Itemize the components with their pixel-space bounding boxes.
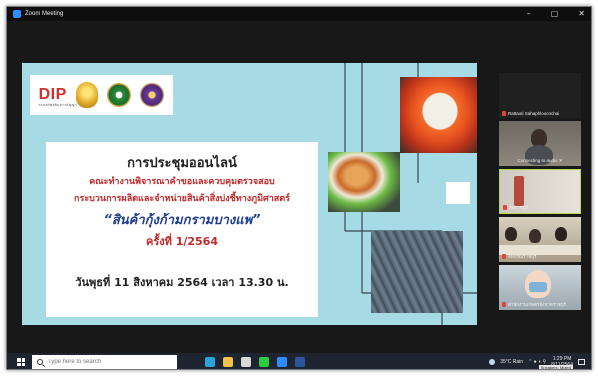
grilled-prawn-sauce-photo bbox=[328, 152, 400, 212]
participant-tile[interactable]: Connecting to audio ✕ bbox=[499, 121, 581, 166]
participant-video-figure bbox=[505, 227, 517, 241]
participant-video-figure bbox=[555, 227, 567, 241]
file-explorer-icon[interactable] bbox=[223, 357, 233, 367]
muted-mic-icon bbox=[502, 111, 506, 116]
muted-mic-icon bbox=[503, 205, 507, 210]
window-title: Zoom Meeting bbox=[25, 11, 64, 17]
pinned-apps bbox=[205, 357, 305, 367]
green-seal-logo bbox=[107, 83, 132, 107]
participant-name-label: Rattaoti Sahaphloocnchai bbox=[508, 111, 560, 116]
maximize-button[interactable]: ▢ bbox=[551, 7, 559, 21]
taskbar-search[interactable] bbox=[32, 355, 177, 369]
meeting-date-time: วันพุธที่ 11 สิงหาคม 2564 เวลา 13.30 น. bbox=[75, 276, 289, 289]
weather-icon bbox=[489, 359, 496, 365]
session-number: ครั้งที่ 1/2564 bbox=[145, 235, 218, 248]
dip-logo: DIP กรมทรัพย์สินทางปัญญา bbox=[38, 86, 77, 107]
edge-icon[interactable] bbox=[205, 357, 215, 367]
window-controls: – ▢ ✕ bbox=[527, 7, 585, 21]
participant-tile[interactable]: Rattaoti Sahaphloocnchai bbox=[499, 73, 581, 118]
product-name: “สินค้ากุ้งก้ามกรามบางแพ” bbox=[103, 213, 261, 228]
muted-mic-icon bbox=[502, 254, 506, 259]
participant-video-door bbox=[514, 176, 524, 206]
zoom-app-icon bbox=[13, 10, 21, 18]
word-icon[interactable] bbox=[295, 357, 305, 367]
line-app-icon[interactable] bbox=[259, 357, 269, 367]
weather-readout[interactable]: 35°C Rain bbox=[500, 359, 523, 365]
meeting-main-area: DIP กรมทรัพย์สินทางปัญญา การประชุมออนไลน… bbox=[7, 21, 591, 353]
grilled-shrimp-plate-photo bbox=[400, 77, 477, 153]
participant-tile[interactable]: สำนักงานเกษตรจังหวัดราชบุรี bbox=[499, 265, 581, 310]
minimize-button[interactable]: – bbox=[527, 7, 531, 21]
participant-video-figure bbox=[529, 229, 541, 243]
agency-logos: DIP กรมทรัพย์สินทางปัญญา bbox=[30, 75, 173, 115]
dip-logo-subtext: กรมทรัพย์สินทางปัญญา bbox=[38, 103, 78, 107]
store-icon[interactable] bbox=[241, 357, 251, 367]
slide-text-panel: การประชุมออนไลน์ คณะทำงานพิจารณาคำขอและค… bbox=[46, 142, 318, 317]
windows-taskbar: 35°C Rain ⌃ ● ◖ ⚲ 1:29 PM 8/11/2564 Spea… bbox=[7, 353, 591, 370]
participant-name-label: สำนักงานเกษตรจังหวัดราชบุรี bbox=[508, 302, 566, 307]
participant-status-label: Connecting to audio ✕ bbox=[517, 158, 563, 163]
search-input[interactable] bbox=[48, 359, 168, 365]
dip-logo-text: DIP bbox=[38, 86, 67, 103]
live-prawns-photo bbox=[371, 231, 463, 313]
speaker-status-tooltip: Speakers: Muted bbox=[538, 365, 573, 370]
participant-name: Rattaoti Sahaphloocnchai bbox=[502, 111, 559, 116]
participant-tile[interactable]: สหกรณ์ราชบุรี bbox=[499, 217, 581, 262]
participant-video-mask bbox=[529, 282, 547, 292]
committee-line: คณะทำงานพิจารณาคำขอและควบคุมตรวจสอบ bbox=[89, 177, 275, 187]
participant-tile-active-speaker[interactable]: สดราชบุรี bbox=[499, 169, 581, 214]
purple-seal-logo bbox=[140, 83, 165, 107]
search-icon bbox=[37, 359, 43, 365]
zoom-icon[interactable] bbox=[277, 357, 287, 367]
process-line: กระบวนการผลิตและจำหน่ายสินค้าสิ่งบ่งชี้ท… bbox=[74, 194, 290, 204]
participant-name-label: สดราชบุรี bbox=[509, 205, 528, 210]
gold-emblem-logo bbox=[75, 82, 98, 108]
window-titlebar: Zoom Meeting – ▢ ✕ bbox=[7, 7, 591, 21]
participant-name: สำนักงานเกษตรจังหวัดราชบุรี bbox=[502, 301, 566, 308]
shared-screen-slide: DIP กรมทรัพย์สินทางปัญญา การประชุมออนไลน… bbox=[22, 63, 477, 325]
decorative-square bbox=[446, 182, 470, 204]
close-button[interactable]: ✕ bbox=[578, 7, 585, 21]
participant-name-label: สหกรณ์ราชบุรี bbox=[508, 254, 537, 259]
meeting-title: การประชุมออนไลน์ bbox=[127, 156, 237, 171]
screenshot-frame: Zoom Meeting – ▢ ✕ DIP กรมทรัพย์สินทางปั… bbox=[6, 6, 592, 370]
notification-icon[interactable] bbox=[578, 359, 585, 365]
participant-name: สดราชบุรี bbox=[503, 204, 528, 211]
windows-start-icon[interactable] bbox=[17, 358, 25, 366]
muted-mic-icon bbox=[502, 302, 506, 307]
participant-name: สหกรณ์ราชบุรี bbox=[502, 253, 536, 260]
